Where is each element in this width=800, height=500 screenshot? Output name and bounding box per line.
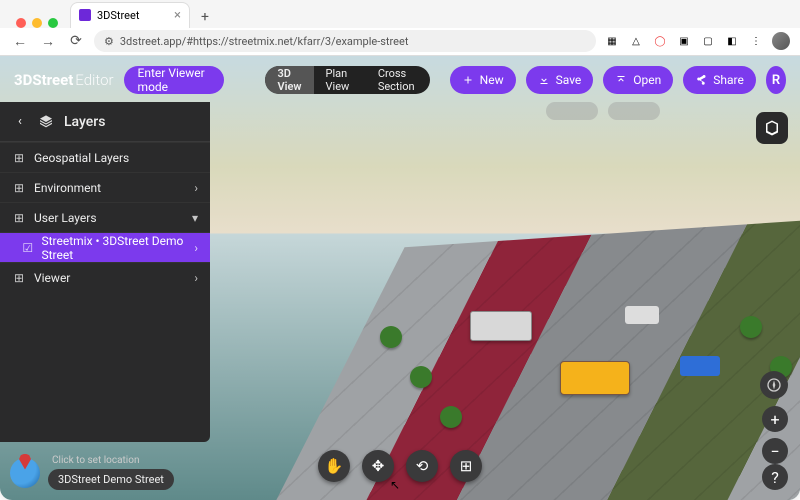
forward-button[interactable]: → [38,31,58,51]
checkbox-checked-icon: ☑ [22,241,33,255]
close-tab-icon[interactable]: × [174,8,181,23]
tab-plan-view[interactable]: Plan View [314,66,366,94]
globe-pin-icon [10,458,40,488]
cursor-icon: ↖ [390,478,400,492]
minus-icon: − [770,442,779,461]
view-cube-button[interactable] [756,112,788,144]
plus-icon [462,74,474,86]
open-button[interactable]: Open [603,66,673,94]
ext-icon[interactable]: ▢ [700,33,716,49]
user-avatar[interactable]: R [766,66,786,94]
ext-icon[interactable]: ▣ [676,33,692,49]
panel-title: Layers [64,114,105,130]
browser-tab[interactable]: 3DStreet × [70,2,190,28]
save-button[interactable]: Save [526,66,594,94]
extensions-area: ▦ △ ◯ ▣ ▢ ◧ ⋮ [604,32,790,50]
layer-row-streetmix-demo[interactable]: ☑ Streetmix • 3DStreet Demo Street › [0,232,210,262]
download-icon [538,74,550,86]
chevron-right-icon: › [194,241,198,255]
plus-icon: + [770,410,779,429]
compass-button[interactable] [760,371,788,399]
layer-label: Environment [34,181,101,195]
viewer-mode-button[interactable]: Enter Viewer mode [124,66,224,94]
share-button[interactable]: Share [683,66,756,94]
plus-box-icon: ⊞ [12,181,26,195]
set-location-hint: Click to set location [48,455,174,466]
ext-icon[interactable]: ◧ [724,33,740,49]
layer-label: Viewer [34,271,70,285]
ext-icon[interactable]: ◯ [652,33,668,49]
logo-primary: 3DStreet [14,71,73,89]
plus-box-icon: ⊞ [12,211,26,225]
browser-chrome: 3DStreet × + ← → ⟳ ⚙ 3dstreet.app/#https… [0,0,800,56]
add-tool-button[interactable]: ⊞ [450,450,482,482]
url-bar[interactable]: ⚙ 3dstreet.app/#https://streetmix.net/kf… [94,30,596,52]
view-tabs: 3D View Plan View Cross Section [265,66,429,94]
zoom-controls: + − [762,406,788,464]
bottom-left-cluster: Click to set location 3DStreet Demo Stre… [10,455,174,490]
zoom-out-button[interactable]: − [762,438,788,464]
zoom-in-button[interactable]: + [762,406,788,432]
cube-icon [763,119,781,137]
rotate-tool-button[interactable]: ⟲ [406,450,438,482]
address-bar-row: ← → ⟳ ⚙ 3dstreet.app/#https://streetmix.… [0,28,800,56]
rotate-icon: ⟲ [416,457,429,475]
minimize-window-icon[interactable] [32,18,42,28]
new-button[interactable]: New [450,66,516,94]
ext-icon[interactable]: ▦ [604,33,620,49]
reload-button[interactable]: ⟳ [66,31,86,51]
layer-row-geospatial[interactable]: ⊞ Geospatial Layers [0,142,210,172]
site-info-icon[interactable]: ⚙ [104,35,114,48]
layer-label: Streetmix • 3DStreet Demo Street [41,234,186,262]
chevron-down-icon: ▾ [192,211,198,225]
tab-3d-view[interactable]: 3D View [265,66,313,94]
logo-secondary: Editor [75,71,113,89]
add-box-icon: ⊞ [460,457,473,475]
plus-box-icon: ⊞ [12,151,26,165]
chevron-right-icon: › [194,271,198,285]
layer-label: Geospatial Layers [34,151,129,165]
share-icon [695,74,707,86]
layer-label: User Layers [34,211,97,225]
favicon-icon [79,9,91,21]
window-controls[interactable] [8,18,66,28]
back-button[interactable]: ← [10,31,30,51]
app-logo[interactable]: 3DStreet Editor [14,71,114,89]
app-topbar: 3DStreet Editor Enter Viewer mode 3D Vie… [14,66,786,94]
upload-icon [615,74,627,86]
hand-icon: ✋ [325,457,344,475]
plus-box-icon: ⊞ [12,271,26,285]
layers-panel: ‹ Layers ⊞ Geospatial Layers ⊞ Environme… [0,102,210,442]
tab-title: 3DStreet [97,9,139,22]
location-badge[interactable]: Click to set location 3DStreet Demo Stre… [10,455,174,490]
tab-cross-section[interactable]: Cross Section [366,66,430,94]
toolbar-placeholder[interactable] [608,102,660,120]
layer-row-user-layers[interactable]: ⊞ User Layers ▾ [0,202,210,232]
panel-header: ‹ Layers [0,102,210,142]
ext-icon[interactable]: △ [628,33,644,49]
help-button[interactable]: ? [762,464,788,490]
layer-row-viewer[interactable]: ⊞ Viewer › [0,262,210,292]
app-viewport: 3DStreet Editor Enter Viewer mode 3D Vie… [0,56,800,500]
maximize-window-icon[interactable] [48,18,58,28]
viewer-mode-label: Enter Viewer mode [138,66,210,94]
close-window-icon[interactable] [16,18,26,28]
chevron-right-icon: › [194,181,198,195]
help-icon: ? [771,468,779,487]
project-name-chip[interactable]: 3DStreet Demo Street [48,469,174,490]
panel-back-button[interactable]: ‹ [12,114,28,129]
profile-avatar[interactable] [772,32,790,50]
url-text: 3dstreet.app/#https://streetmix.net/kfar… [120,35,409,48]
move-icon: ✥ [372,457,385,475]
tab-strip: 3DStreet × + [0,0,800,28]
layer-row-environment[interactable]: ⊞ Environment › [0,172,210,202]
hand-tool-button[interactable]: ✋ [318,450,350,482]
compass-icon [766,377,782,393]
ext-icon[interactable]: ⋮ [748,33,764,49]
secondary-toolbar [546,102,660,120]
toolbar-placeholder[interactable] [546,102,598,120]
new-tab-button[interactable]: + [194,6,216,28]
layers-icon [38,114,54,130]
